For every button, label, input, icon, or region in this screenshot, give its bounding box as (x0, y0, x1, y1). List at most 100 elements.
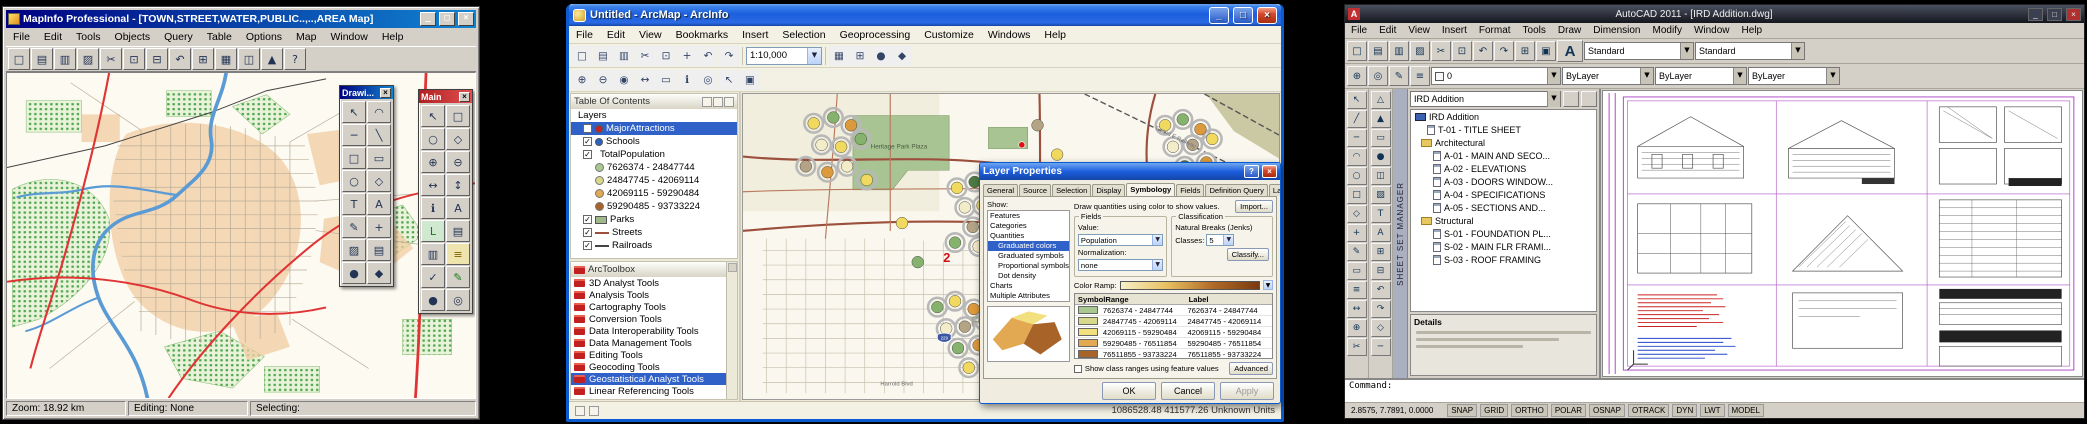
menu-item[interactable]: Draw (1552, 24, 1587, 37)
menu-item[interactable]: Edit (37, 29, 69, 45)
toolbar-button[interactable]: ▤ (31, 48, 53, 70)
toolbar-button[interactable]: □ (8, 48, 30, 70)
status-toggle[interactable]: DYN (1672, 404, 1697, 417)
drawing-tool-button[interactable]: + (367, 216, 391, 238)
toolbar-button[interactable]: ⊡ (656, 46, 676, 66)
main-tool-button[interactable]: ⊖ (446, 151, 470, 173)
main-tool-button[interactable]: ℹ (421, 197, 445, 219)
toolbar-button[interactable]: ⊞ (850, 46, 870, 66)
mapinfo-map[interactable]: Drawi... × ↖◠─╲□▭○◇TA✎+▨▤●◆ Main × ↖□○◇⊕… (6, 72, 476, 399)
normalization-combo[interactable]: none▼ (1078, 259, 1163, 271)
layer-checkbox[interactable]: ✓ (583, 124, 592, 133)
main-tool-button[interactable]: ↔ (421, 174, 445, 196)
modify-tool-button[interactable]: ▭ (1371, 129, 1391, 147)
toolbar-button[interactable]: ✂ (100, 48, 122, 70)
toc-layer-row[interactable]: ✓ Parks (571, 213, 737, 226)
column-header[interactable]: Symbol (1075, 295, 1105, 304)
modify-tool-button[interactable]: ─ (1371, 338, 1391, 356)
drawing-tool-button[interactable]: ╲ (367, 124, 391, 146)
layer-name[interactable]: 59290485 - 93733224 (607, 201, 700, 212)
main-tool-button[interactable]: ✎ (446, 266, 470, 288)
drawing-tool-button[interactable]: ▭ (367, 147, 391, 169)
drawing-tool-button[interactable]: ● (342, 262, 366, 284)
class-row[interactable]: 76511855 - 93733224 76511855 - 93733224 (1075, 349, 1272, 359)
status-toggle[interactable]: ORTHO (1511, 404, 1548, 417)
chevron-down-icon[interactable]: ▼ (1263, 280, 1273, 290)
draw-tool-button[interactable]: ╱ (1347, 110, 1367, 128)
main-tool-button[interactable]: ↖ (421, 105, 445, 127)
toolbar-button[interactable]: ✂ (635, 46, 655, 66)
modify-tool-button[interactable]: ⊞ (1371, 243, 1391, 261)
help-icon[interactable]: ? (1244, 165, 1259, 178)
toolbar-button[interactable]: ✎ (1389, 66, 1409, 86)
main-tool-button[interactable]: ≡ (446, 243, 470, 265)
toolbar-button[interactable]: ▦ (215, 48, 237, 70)
toolbar-button[interactable]: ↷ (1494, 41, 1514, 61)
draw-tool-button[interactable]: ○ (1347, 167, 1367, 185)
class-color-swatch[interactable] (1078, 339, 1098, 347)
toolbar-button[interactable]: ↷ (719, 46, 739, 66)
sheet-tree-item[interactable]: Structural (1411, 214, 1596, 227)
toolbar-button[interactable]: ⊕ (1347, 66, 1367, 86)
toolbox-item[interactable]: Multidimension Tools (571, 397, 737, 399)
advanced-button[interactable]: Advanced (1229, 362, 1273, 375)
sheet-name[interactable]: Structural (1435, 216, 1474, 226)
toolbar-button[interactable]: ▲ (261, 48, 283, 70)
main-tool-button[interactable]: ⊕ (421, 151, 445, 173)
draw-tool-button[interactable]: ◇ (1347, 205, 1367, 223)
menu-item[interactable]: Bookmarks (669, 27, 736, 43)
main-tool-button[interactable]: ▥ (421, 243, 445, 265)
sheet-name[interactable]: A-03 - DOORS WINDOW... (1444, 177, 1553, 187)
menu-item[interactable]: Window (1688, 24, 1736, 37)
show-list-item[interactable]: Quantities (988, 231, 1069, 241)
drawing-tool-button[interactable]: ✎ (342, 216, 366, 238)
toc-layer-row[interactable]: 59290485 - 93733224 (571, 200, 737, 213)
toc-layer-row[interactable]: 42069115 - 59290484 (571, 187, 737, 200)
modify-tool-button[interactable]: ↶ (1371, 281, 1391, 299)
column-header[interactable]: Range (1105, 295, 1188, 304)
minimize-button[interactable]: _ (1209, 7, 1229, 24)
sheet-name[interactable]: S-02 - MAIN FLR FRAMI... (1444, 242, 1551, 252)
drawing-tool-button[interactable]: ▨ (342, 239, 366, 261)
toolbar-button[interactable]: ⊡ (123, 48, 145, 70)
modify-tool-button[interactable]: ◫ (1371, 167, 1391, 185)
palette-title-strip[interactable]: SHEET SET MANAGER (1393, 89, 1408, 378)
class-row[interactable]: 59290485 - 76511854 59290485 - 76511854 (1075, 338, 1272, 349)
zoom-status[interactable]: Zoom: 18.92 km (6, 401, 126, 416)
toolbar-button[interactable]: ◫ (238, 48, 260, 70)
toc-layer-row[interactable]: 24847745 - 42069114 (571, 174, 737, 187)
menu-item[interactable]: Map (289, 29, 323, 45)
status-toggle[interactable]: OTRACK (1628, 404, 1669, 417)
toc-layer-row[interactable]: ✓ Streets (571, 226, 737, 239)
classify-button[interactable]: Classify... (1227, 248, 1269, 261)
layer-checkbox[interactable]: ✓ (583, 215, 592, 224)
main-tool-button[interactable]: ○ (421, 128, 445, 150)
sheet-name[interactable]: A-02 - ELEVATIONS (1444, 164, 1526, 174)
menu-item[interactable]: Options (239, 29, 289, 45)
tool-button[interactable]: ↖ (719, 70, 739, 90)
modify-tool-button[interactable]: ⊟ (1371, 262, 1391, 280)
menu-item[interactable]: Query (157, 29, 200, 45)
sheet-tree-item[interactable]: S-03 - ROOF FRAMING (1411, 253, 1596, 266)
modify-tool-button[interactable]: ▲ (1371, 110, 1391, 128)
layer-checkbox[interactable]: ✓ (583, 241, 592, 250)
value-combo[interactable]: Population▼ (1078, 234, 1163, 246)
sheet-name[interactable]: A-05 - SECTIONS AND... (1444, 203, 1546, 213)
show-list-item[interactable]: Graduated colors (988, 241, 1069, 251)
status-toggle[interactable]: LWT (1700, 404, 1724, 417)
class-color-swatch[interactable] (1078, 328, 1098, 336)
show-list-item[interactable]: Multiple Attributes (988, 291, 1069, 301)
toolbar-button[interactable]: ✂ (1431, 41, 1451, 61)
import-button[interactable]: Import... (1235, 200, 1273, 213)
menu-item[interactable]: Help (375, 29, 411, 45)
toolbox-item[interactable]: Data Management Tools (571, 337, 737, 349)
main-palette[interactable]: Main × ↖□○◇⊕⊖↔↕ℹAL▤▥≡✓✎●◎ (418, 89, 473, 314)
drawing-palette[interactable]: Drawi... × ↖◠─╲□▭○◇TA✎+▨▤●◆ (339, 85, 394, 287)
menu-item[interactable]: Edit (1373, 24, 1402, 37)
text-style-combo[interactable]: Standard▼ (1584, 42, 1694, 60)
draw-tool-button[interactable]: ⊕ (1347, 319, 1367, 337)
linetype-combo[interactable]: ByLayer▼ (1655, 67, 1747, 85)
toc-view-icon[interactable] (702, 97, 712, 107)
main-tool-button[interactable]: ↕ (446, 174, 470, 196)
feature-values-checkbox[interactable] (1074, 365, 1082, 373)
